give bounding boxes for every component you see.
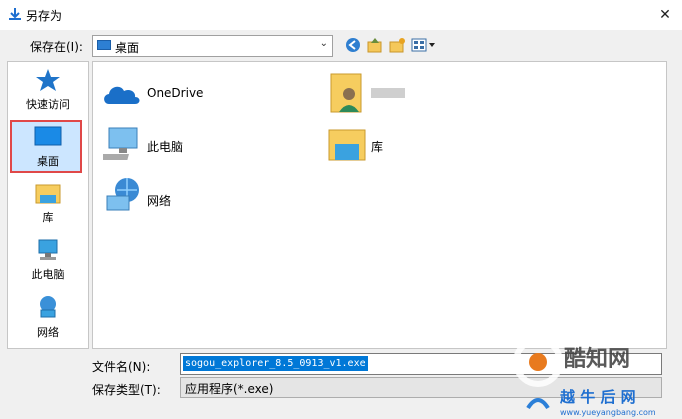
file-label: 网络 (147, 194, 172, 208)
computer-icon (38, 239, 58, 260)
title-bar (0, 0, 682, 30)
network-icon (40, 296, 56, 318)
up-folder-button[interactable] (366, 37, 384, 53)
sidebar-item-desktop[interactable]: 桌面 (8, 118, 88, 176)
chevron-down-icon: ⌄ (319, 38, 328, 49)
location-label: 保存在(I): (30, 40, 83, 54)
blurred-folder-label (371, 88, 405, 98)
location-value: 桌面 (115, 41, 140, 55)
view-menu-button[interactable] (410, 37, 436, 53)
library-folder-icon (328, 129, 366, 161)
list-item-this-pc[interactable]: 此电脑 (103, 124, 303, 168)
sidebar-item-libraries[interactable]: 库 (8, 178, 88, 232)
filename-label: 文件名(N): (92, 360, 151, 374)
sidebar-item-label: 库 (42, 211, 54, 224)
places-sidebar: 快速访问 桌面 库 此电脑 网络 (7, 61, 89, 349)
filetype-label: 保存类型(T): (92, 383, 161, 397)
download-icon (9, 8, 21, 20)
sidebar-item-label: 网络 (37, 326, 59, 339)
list-item-libraries[interactable]: 库 (327, 126, 527, 166)
sidebar-item-label: 快速访问 (26, 98, 70, 111)
star-icon (36, 69, 60, 91)
filetype-value: 应用程序(*.exe) (185, 382, 274, 396)
sidebar-item-quick-access[interactable]: 快速访问 (8, 62, 88, 116)
sidebar-item-this-pc[interactable]: 此电脑 (8, 234, 88, 288)
list-item-user-folder[interactable] (327, 70, 527, 118)
sidebar-item-label: 此电脑 (31, 268, 65, 281)
new-folder-button[interactable] (388, 37, 406, 53)
cloud-icon (104, 86, 140, 104)
library-folder-icon (35, 184, 61, 204)
network-icon (106, 178, 139, 211)
file-list: OneDrive 此电脑 网络 库 (92, 61, 667, 349)
desktop-icon (97, 40, 111, 50)
file-label: 此电脑 (147, 140, 184, 154)
desktop-icon (34, 126, 62, 146)
svg-text:越 牛 后 网: 越 牛 后 网 (559, 388, 636, 406)
sidebar-item-label: 桌面 (37, 155, 59, 168)
watermark-logo: 酷知网 越 牛 后 网 www.yueyangbang.com (513, 337, 656, 417)
back-button[interactable] (344, 37, 362, 53)
svg-text:www.yueyangbang.com: www.yueyangbang.com (560, 408, 656, 417)
list-item-network[interactable]: 网络 (103, 176, 303, 220)
close-button[interactable]: ✕ (654, 4, 676, 26)
sidebar-item-network[interactable]: 网络 (8, 290, 88, 344)
location-dropdown[interactable]: 桌面 ⌄ (92, 35, 333, 57)
svg-text:酷知网: 酷知网 (564, 346, 630, 372)
window-title: 另存为 (26, 9, 63, 23)
user-folder-icon (330, 73, 362, 113)
close-icon: ✕ (659, 7, 671, 23)
file-label: OneDrive (147, 86, 204, 100)
computer-icon (103, 127, 138, 160)
list-item-onedrive[interactable]: OneDrive (101, 76, 301, 112)
filename-value: sogou_explorer_8.5_0913_v1.exe (183, 356, 368, 371)
file-label: 库 (371, 140, 384, 154)
